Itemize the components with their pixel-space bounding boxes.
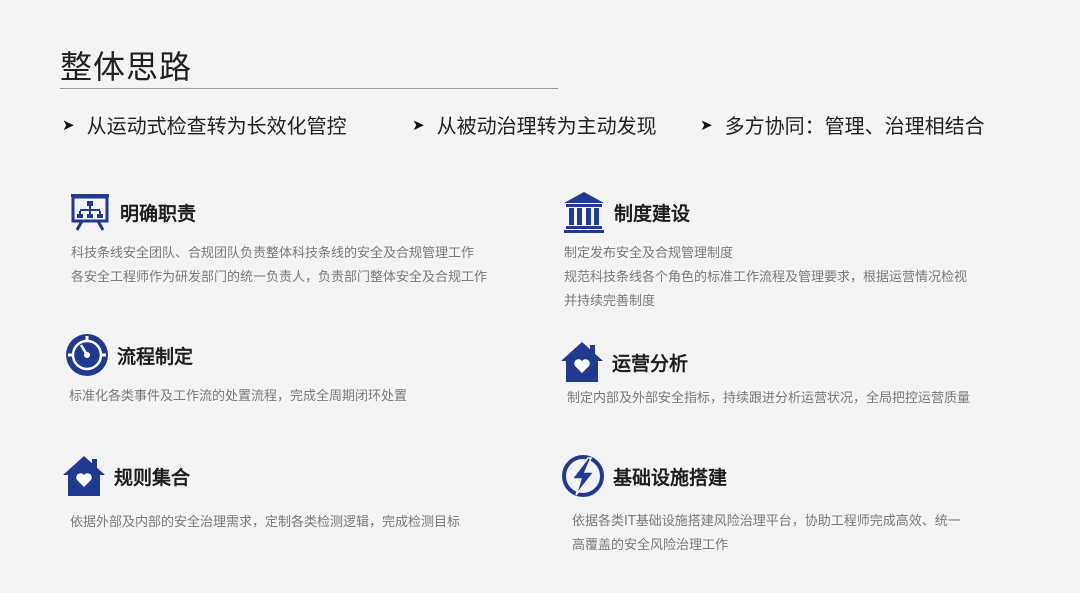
card-heading: 基础设施搭建 xyxy=(613,466,728,489)
description-line: 各安全工程师作为研发部门的统一负责人，负责部门整体安全及合规工作 xyxy=(71,270,488,285)
gauge-dial-icon xyxy=(65,333,109,377)
card-rule-collection: 规则集合 依据外部及内部的安全治理需求，定制各类检测逻辑，完成检测目标 xyxy=(62,454,460,530)
card-description: 科技条线安全团队、合规团队负责整体科技条线的安全及合规管理工作 各安全工程师作为… xyxy=(71,242,487,290)
card-description: 依据各类IT基础设施搭建风险治理平台，协助工程师完成高效、统一 高覆盖的安全风险… xyxy=(572,510,961,558)
card-description: 依据外部及内部的安全治理需求，定制各类检测逻辑，完成检测目标 xyxy=(70,511,460,535)
card-infrastructure: 基础设施搭建 依据各类IT基础设施搭建风险治理平台，协助工程师完成高效、统一 高… xyxy=(561,454,961,553)
card-description: 制定发布安全及合规管理制度 规范科技条线各个角色的标准工作流程及管理要求，根据运… xyxy=(564,242,967,314)
arrow-bullet-icon: ➤ xyxy=(62,115,75,134)
principle-text: 多方协同：管理、治理相结合 xyxy=(724,114,985,138)
house-heart-icon xyxy=(560,340,604,384)
card-heading: 运营分析 xyxy=(612,352,689,375)
lightning-bolt-icon xyxy=(561,454,605,498)
principle-item-2: ➤ 从被动治理转为主动发现 xyxy=(412,110,657,139)
card-heading: 明确职责 xyxy=(120,202,197,225)
arrow-bullet-icon: ➤ xyxy=(700,115,713,134)
arrow-bullet-icon: ➤ xyxy=(412,115,425,134)
description-line: 高覆盖的安全风险治理工作 xyxy=(572,538,729,553)
page-title: 整体思路 xyxy=(60,48,193,86)
card-responsibilities: 明确职责 科技条线安全团队、合规团队负责整体科技条线的安全及合规管理工作 各安全… xyxy=(68,190,487,285)
card-operations-analysis: 运营分析 制定内部及外部安全指标，持续跟进分析运营状况，全局把控运营质量 xyxy=(560,340,970,406)
description-line: 规范科技条线各个角色的标准工作流程及管理要求，根据运营情况检视 xyxy=(564,270,968,285)
card-process-definition: 流程制定 标准化各类事件及工作流的处置流程，完成全周期闭环处置 xyxy=(65,333,407,404)
description-line: 依据各类IT基础设施搭建风险治理平台，协助工程师完成高效、统一 xyxy=(572,514,961,529)
description-line: 依据外部及内部的安全治理需求，定制各类检测逻辑，完成检测目标 xyxy=(70,515,461,530)
card-heading: 流程制定 xyxy=(117,345,194,368)
description-line: 标准化各类事件及工作流的处置流程，完成全周期闭环处置 xyxy=(69,389,408,404)
principle-item-3: ➤ 多方协同：管理、治理相结合 xyxy=(700,110,985,139)
principle-text: 从被动治理转为主动发现 xyxy=(436,114,657,138)
card-heading: 制度建设 xyxy=(614,202,691,225)
principle-text: 从运动式检查转为长效化管控 xyxy=(86,114,347,138)
description-line: 科技条线安全团队、合规团队负责整体科技条线的安全及合规管理工作 xyxy=(71,246,475,261)
description-line: 制定发布安全及合规管理制度 xyxy=(564,246,734,261)
title-divider xyxy=(60,88,558,89)
card-description: 标准化各类事件及工作流的处置流程，完成全周期闭环处置 xyxy=(69,385,407,409)
bank-building-icon xyxy=(562,190,606,234)
description-line: 制定内部及外部安全指标，持续跟进分析运营状况，全局把控运营质量 xyxy=(567,391,971,406)
card-description: 制定内部及外部安全指标，持续跟进分析运营状况，全局把控运营质量 xyxy=(567,387,970,411)
presentation-board-icon xyxy=(68,190,112,234)
card-heading: 规则集合 xyxy=(114,466,191,489)
house-heart-icon xyxy=(62,454,106,498)
description-line: 并持续完善制度 xyxy=(564,294,656,309)
card-policy-building: 制度建设 制定发布安全及合规管理制度 规范科技条线各个角色的标准工作流程及管理要… xyxy=(562,190,967,309)
principle-item-1: ➤ 从运动式检查转为长效化管控 xyxy=(62,110,347,139)
